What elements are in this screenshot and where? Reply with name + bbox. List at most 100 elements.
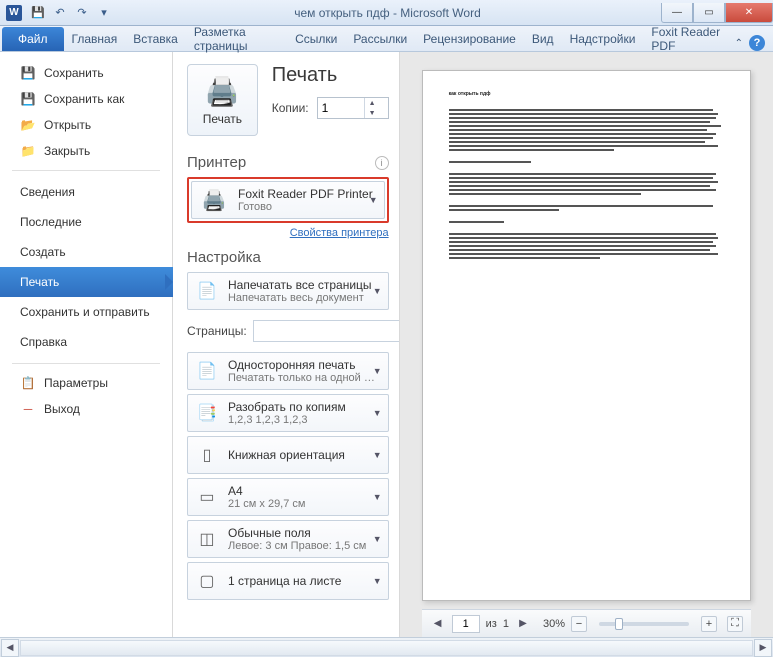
- save-as-icon: 💾: [20, 91, 36, 107]
- qat-redo-icon[interactable]: ↷: [72, 4, 92, 22]
- qat-undo-icon[interactable]: ↶: [50, 4, 70, 22]
- close-button[interactable]: ✕: [725, 3, 773, 23]
- collate-dropdown[interactable]: 📑 Разобрать по копиям 1,2,3 1,2,3 1,2,3 …: [187, 394, 389, 432]
- zoom-out-button[interactable]: −: [571, 616, 587, 632]
- sidebar-label-open: Открыть: [44, 118, 91, 132]
- exit-icon: ─: [20, 401, 36, 417]
- options-icon: 📋: [20, 375, 36, 391]
- copies-spinner[interactable]: ▲ ▼: [317, 97, 389, 119]
- sidebar-item-close[interactable]: 📁 Закрыть: [0, 138, 172, 164]
- tab-insert[interactable]: Вставка: [125, 27, 186, 51]
- sidebar-item-options[interactable]: 📋 Параметры: [0, 370, 172, 396]
- scroll-left-icon[interactable]: ◀: [1, 639, 19, 657]
- preview-paragraph: [449, 173, 724, 197]
- sidebar-item-save-as[interactable]: 💾 Сохранить как: [0, 86, 172, 112]
- duplex-sub: Печатать только на одной стороне листа: [228, 372, 378, 384]
- print-heading: Печать: [272, 64, 389, 87]
- scroll-track[interactable]: [20, 640, 753, 656]
- zoom-thumb[interactable]: [615, 618, 623, 630]
- sidebar-item-save[interactable]: 💾 Сохранить: [0, 60, 172, 86]
- print-button-label: Печать: [203, 112, 242, 126]
- collate-icon: 📑: [194, 399, 220, 427]
- sidebar-label-info: Сведения: [20, 185, 75, 199]
- print-scope-dropdown[interactable]: 📄 Напечатать все страницы Напечатать вес…: [187, 272, 389, 310]
- minimize-button[interactable]: —: [661, 3, 693, 23]
- page-number-input[interactable]: [452, 615, 480, 633]
- printer-status: Готово: [238, 201, 373, 213]
- qat-customize-icon[interactable]: ▾: [94, 4, 114, 22]
- sidebar-item-open[interactable]: 📂 Открыть: [0, 112, 172, 138]
- horizontal-scrollbar[interactable]: ◀ ▶: [0, 637, 773, 657]
- next-page-icon[interactable]: ▶: [515, 616, 531, 632]
- sidebar-label-close: Закрыть: [44, 144, 90, 158]
- margins-sub: Левое: 3 см Правое: 1,5 см: [228, 540, 366, 552]
- copies-input[interactable]: [318, 99, 364, 117]
- backstage-view: 💾 Сохранить 💾 Сохранить как 📂 Открыть 📁 …: [0, 52, 773, 637]
- tab-addins[interactable]: Надстройки: [562, 27, 644, 51]
- paper-size-dropdown[interactable]: ▭ A4 21 см x 29,7 см ▼: [187, 478, 389, 516]
- size-sub: 21 см x 29,7 см: [228, 498, 306, 510]
- maximize-button[interactable]: ▭: [693, 3, 725, 23]
- sidebar-item-share[interactable]: Сохранить и отправить: [0, 297, 172, 327]
- word-icon: W: [6, 5, 22, 21]
- scroll-right-icon[interactable]: ▶: [754, 639, 772, 657]
- help-icon[interactable]: ?: [749, 35, 765, 51]
- pages-input[interactable]: [253, 320, 400, 342]
- chevron-down-icon: ▼: [369, 195, 378, 205]
- tab-mailings[interactable]: Рассылки: [345, 27, 415, 51]
- orientation-title: Книжная ориентация: [228, 448, 345, 462]
- printer-properties-link[interactable]: Свойства принтера: [187, 227, 389, 239]
- sidebar-label-share: Сохранить и отправить: [20, 305, 150, 319]
- ribbon-minimize-icon[interactable]: ⌃: [735, 38, 743, 49]
- printer-icon: 🖨️: [205, 75, 240, 108]
- ppp-title: 1 страница на листе: [228, 574, 341, 588]
- duplex-title: Односторонняя печать: [228, 358, 378, 372]
- tab-layout[interactable]: Разметка страницы: [186, 27, 287, 51]
- sidebar-label-recent: Последние: [20, 215, 82, 229]
- tab-file[interactable]: Файл: [2, 27, 64, 51]
- sidebar-item-print[interactable]: Печать: [0, 267, 173, 297]
- printer-info-icon[interactable]: i: [375, 156, 389, 170]
- save-icon: 💾: [20, 65, 36, 81]
- window-title: чем открыть пдф - Microsoft Word: [114, 6, 661, 20]
- printer-device-icon: 🖨️: [198, 186, 230, 214]
- preview-paragraph: [449, 205, 724, 213]
- sidebar-item-exit[interactable]: ─ Выход: [0, 396, 172, 422]
- print-button[interactable]: 🖨️ Печать: [187, 64, 258, 136]
- pages-per-sheet-dropdown[interactable]: ▢ 1 страница на листе ▼: [187, 562, 389, 600]
- chevron-down-icon: ▼: [373, 366, 382, 376]
- sidebar-item-help[interactable]: Справка: [0, 327, 172, 357]
- scope-title: Напечатать все страницы: [228, 278, 372, 292]
- sidebar-label-exit: Выход: [44, 402, 80, 416]
- preview-toolbar: ◀ из 1 ▶ 30% − + ⛶: [422, 609, 751, 637]
- qat-save-icon[interactable]: 💾: [28, 4, 48, 22]
- sidebar-item-recent[interactable]: Последние: [0, 207, 172, 237]
- zoom-slider[interactable]: [599, 622, 689, 626]
- preview-page: как открыть пдф: [422, 70, 751, 601]
- sidebar-label-save: Сохранить: [44, 66, 104, 80]
- spinner-down-icon[interactable]: ▼: [365, 108, 380, 118]
- margins-dropdown[interactable]: ◫ Обычные поля Левое: 3 см Правое: 1,5 с…: [187, 520, 389, 558]
- printer-section-label: Принтер: [187, 154, 246, 171]
- tab-home[interactable]: Главная: [64, 27, 126, 51]
- close-doc-icon: 📁: [20, 143, 36, 159]
- sheet-icon: ▢: [194, 567, 220, 595]
- fit-page-icon[interactable]: ⛶: [727, 616, 743, 632]
- zoom-in-button[interactable]: +: [701, 616, 717, 632]
- sidebar-item-new[interactable]: Создать: [0, 237, 172, 267]
- printer-dropdown[interactable]: 🖨️ Foxit Reader PDF Printer Готово ▼: [191, 181, 385, 219]
- tab-foxit[interactable]: Foxit Reader PDF: [643, 27, 734, 51]
- duplex-dropdown[interactable]: 📄 Односторонняя печать Печатать только н…: [187, 352, 389, 390]
- tab-references[interactable]: Ссылки: [287, 27, 345, 51]
- spinner-up-icon[interactable]: ▲: [365, 98, 380, 108]
- scroll-thumb[interactable]: [21, 641, 752, 655]
- tab-view[interactable]: Вид: [524, 27, 562, 51]
- copies-label: Копии:: [272, 101, 309, 115]
- zoom-value: 30%: [543, 618, 565, 630]
- preview-paragraph: [449, 161, 724, 165]
- orientation-dropdown[interactable]: ▯ Книжная ориентация ▼: [187, 436, 389, 474]
- prev-page-icon[interactable]: ◀: [430, 616, 446, 632]
- chevron-down-icon: ▼: [373, 492, 382, 502]
- sidebar-item-info[interactable]: Сведения: [0, 177, 172, 207]
- tab-review[interactable]: Рецензирование: [415, 27, 524, 51]
